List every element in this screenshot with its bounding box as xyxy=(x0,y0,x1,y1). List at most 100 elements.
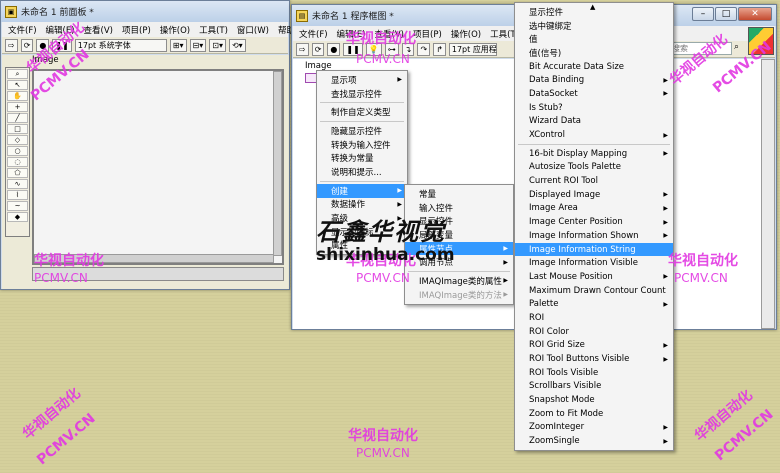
line-tool-icon[interactable]: ╱ xyxy=(7,113,28,123)
align-icon[interactable]: ⊞▾ xyxy=(169,38,187,52)
menu-item[interactable]: 转换为常量 xyxy=(317,151,407,165)
menu-item[interactable]: Palette ▶ xyxy=(515,297,673,311)
reorder-icon[interactable]: ⟲▾ xyxy=(228,38,246,52)
menu-item[interactable]: Wizard Data xyxy=(515,115,673,129)
menu-item[interactable]: 制作自定义类型 xyxy=(317,105,407,119)
close-button[interactable]: ✕ xyxy=(738,7,772,21)
menu-item[interactable]: 16-bit Display Mapping ▶ xyxy=(515,147,673,161)
search-icon[interactable]: ⌕ xyxy=(734,42,746,55)
pause-icon[interactable]: ❚❚ xyxy=(343,42,363,56)
menu-item[interactable]: 值 xyxy=(515,32,673,46)
font-selector[interactable]: 17pt 应用程 xyxy=(448,42,497,56)
menubar-item[interactable]: 文件(F) xyxy=(299,28,328,40)
menubar-item[interactable]: 编辑(E) xyxy=(46,24,75,36)
horizontal-scrollbar[interactable] xyxy=(34,254,274,263)
front-panel-canvas[interactable]: Image xyxy=(2,55,289,289)
front-panel-titlebar[interactable]: ▣ 未命名 1 前面板 * xyxy=(1,1,289,22)
menu-item[interactable]: ROI Color xyxy=(515,325,673,339)
menu-item[interactable]: Snapshot Mode xyxy=(515,393,673,407)
menu-item[interactable]: Image Area ▶ xyxy=(515,202,673,216)
menu-item[interactable]: IMAQImage类的属性 ▶ xyxy=(405,274,513,288)
menu-item[interactable]: Autosize Tools Palette xyxy=(515,161,673,175)
menu-item[interactable]: Zoom to Fit Mode xyxy=(515,407,673,421)
search-box[interactable]: 搜索 xyxy=(668,42,732,55)
menubar-item[interactable]: 项目(P) xyxy=(413,28,442,40)
menubar-item[interactable]: 操作(O) xyxy=(160,24,190,36)
zoom-tool-icon[interactable]: ⌕ xyxy=(7,69,28,79)
maximize-button[interactable]: □ xyxy=(715,7,737,21)
menu-item[interactable]: 隐藏显示控件 xyxy=(317,124,407,138)
menu-item[interactable]: 选中键绑定 xyxy=(515,19,673,33)
rectangle-tool-icon[interactable]: □ xyxy=(7,124,28,134)
menu-item[interactable]: Current ROI Tool xyxy=(515,174,673,188)
menu-item[interactable]: Image Information Visible xyxy=(515,256,673,270)
menu-item[interactable]: ROI xyxy=(515,311,673,325)
menu-item[interactable]: 高级 ▶ xyxy=(317,211,407,225)
run-arrow-icon[interactable]: ⇨ xyxy=(296,42,309,56)
menu-item[interactable]: Maximum Drawn Contour Count xyxy=(515,284,673,298)
menu-item[interactable]: DataSocket ▶ xyxy=(515,87,673,101)
menu-item[interactable]: 属性节点 ▶ xyxy=(405,241,513,256)
step-into-icon[interactable]: ↴ xyxy=(401,42,415,56)
run-continuous-icon[interactable]: ⟳ xyxy=(20,38,34,52)
abort-icon[interactable]: ● xyxy=(36,38,50,52)
menu-item[interactable]: 属性 xyxy=(317,239,407,253)
freehand-tool-icon[interactable]: ∿ xyxy=(7,179,28,189)
menu-item[interactable]: 创建 ▶ xyxy=(317,183,407,198)
menubar-item[interactable]: 项目(P) xyxy=(122,24,151,36)
menubar-item[interactable]: 编辑(E) xyxy=(337,28,366,40)
menu-item[interactable]: Data Binding ▶ xyxy=(515,73,673,87)
step-out-icon[interactable]: ↱ xyxy=(433,42,446,56)
run-continuous-icon[interactable]: ⟳ xyxy=(311,42,325,56)
menu-item[interactable]: ZoomInteger ▶ xyxy=(515,421,673,435)
menu-item[interactable]: Image Center Position ▶ xyxy=(515,215,673,229)
menubar-item[interactable]: 操作(O) xyxy=(451,28,481,40)
menu-item[interactable]: 显示项 ▶ xyxy=(317,73,407,87)
pause-icon[interactable]: ❚❚ xyxy=(52,38,72,52)
menubar-item[interactable]: 查看(V) xyxy=(375,28,404,40)
image-display[interactable] xyxy=(32,69,284,265)
menu-item[interactable]: 查找显示控件 xyxy=(317,87,407,101)
menu-item[interactable]: 输入控件 xyxy=(405,201,513,215)
step-over-icon[interactable]: ↷ xyxy=(417,42,431,56)
menu-item[interactable]: ROI Tool Buttons Visible ▶ xyxy=(515,352,673,366)
menu-item[interactable]: 说明和提示... xyxy=(317,165,407,179)
abort-icon[interactable]: ● xyxy=(327,42,341,56)
menu-item[interactable]: 数据操作 ▶ xyxy=(317,198,407,212)
menu-item[interactable]: 显示控件 xyxy=(405,214,513,228)
menu-item[interactable]: Last Mouse Position ▶ xyxy=(515,270,673,284)
color-swatch-icon[interactable]: ◆ xyxy=(7,212,28,222)
oval-tool-icon[interactable]: ○ xyxy=(7,146,28,156)
menubar-item[interactable]: 窗口(W) xyxy=(237,24,269,36)
menu-item[interactable]: 局部变量 xyxy=(405,228,513,242)
menubar-item[interactable]: 文件(F) xyxy=(8,24,37,36)
menu-item[interactable]: Scrollbars Visible xyxy=(515,380,673,394)
highlight-execution-icon[interactable]: 💡 xyxy=(365,42,382,56)
pan-tool-icon[interactable]: ✋ xyxy=(7,91,28,101)
broken-line-tool-icon[interactable]: ⌇ xyxy=(7,190,28,200)
menu-item[interactable]: ROI Grid Size ▶ xyxy=(515,339,673,353)
menu-item[interactable]: Displayed Image ▶ xyxy=(515,188,673,202)
menu-item[interactable]: XControl ▶ xyxy=(515,128,673,142)
distribute-icon[interactable]: ⊟▾ xyxy=(189,38,207,52)
menu-scroll-up-icon[interactable]: ▲ xyxy=(590,3,595,11)
menubar-item[interactable]: 工具(T) xyxy=(199,24,228,36)
freehand-line-tool-icon[interactable]: ~ xyxy=(7,201,28,211)
menu-item[interactable]: Image Information Shown ▶ xyxy=(515,229,673,243)
menu-item[interactable]: 值(信号) xyxy=(515,46,673,60)
menu-item[interactable]: 显示为图标 xyxy=(317,225,407,239)
menu-item[interactable]: Is Stub? xyxy=(515,101,673,115)
select-tool-icon[interactable]: ↖ xyxy=(7,80,28,90)
point-tool-icon[interactable]: + xyxy=(7,102,28,112)
menu-item[interactable]: Bit Accurate Data Size xyxy=(515,60,673,74)
menu-item[interactable]: 常量 xyxy=(405,187,513,201)
vertical-scrollbar[interactable] xyxy=(273,71,282,256)
menubar-item[interactable]: 查看(V) xyxy=(84,24,113,36)
font-selector[interactable]: 17pt 系统字体 xyxy=(74,38,167,52)
run-arrow-icon[interactable]: ⇨ xyxy=(5,38,18,52)
bd-vertical-scrollbar[interactable] xyxy=(761,59,775,329)
menu-item[interactable]: 调用节点 ▶ xyxy=(405,255,513,269)
resize-icon[interactable]: ⊡▾ xyxy=(209,38,226,52)
menu-item[interactable]: 转换为输入控件 xyxy=(317,138,407,152)
annulus-tool-icon[interactable]: ◌ xyxy=(7,157,28,167)
